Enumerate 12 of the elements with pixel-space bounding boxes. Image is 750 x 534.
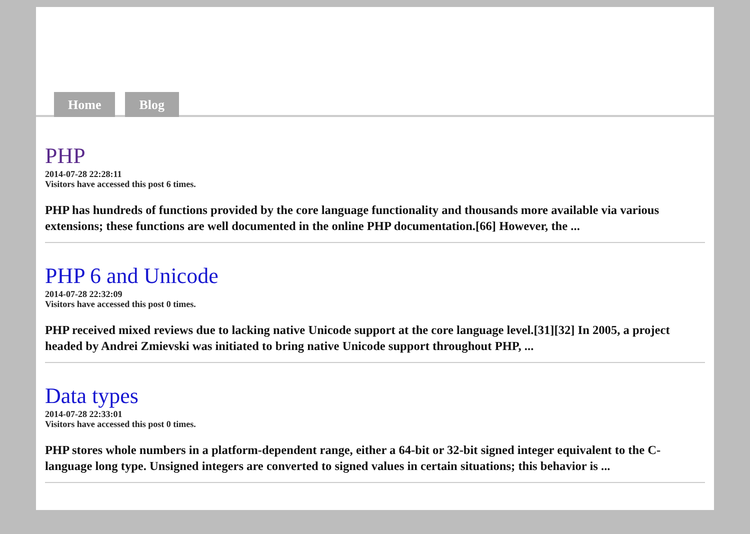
- post-date: 2014-07-28 22:32:09: [45, 289, 124, 299]
- post-excerpt: PHP has hundreds of functions provided by the core language functionality and thousands more available via various extensions; these functions are well documented in the online PHP documentation.[66] However, the ...: [45, 202, 660, 234]
- post-excerpt: PHP received mixed reviews due to lacking native Unicode support at the core language level.[31][32] In 2005, a project headed by Andrei Zmievski was initiated to bring native Unicode support throughout PHP, ...: [45, 322, 671, 354]
- post-visit-count: Visitors have accessed this post 6 times.: [45, 179, 197, 190]
- post-visit-count: Visitors have accessed this post 0 times.: [45, 299, 197, 310]
- post-date: 2014-07-28 22:28:11: [45, 169, 123, 179]
- post-excerpt: PHP stores whole numbers in a platform-dependent range, either a 64-bit or 32-bit signed integer equivalent to the C-language long type. Unsigned integers are converted to signed values in certain situations; this behavior is ...: [45, 442, 662, 474]
- post-title-link[interactable]: PHP 6 and Unicode: [45, 263, 705, 289]
- post-date: 2014-07-28 22:33:01: [45, 409, 124, 419]
- post-visit-count: Visitors have accessed this post 0 times.: [45, 419, 197, 430]
- post-title-link[interactable]: PHP: [45, 143, 705, 169]
- post-title-link[interactable]: Data types: [45, 383, 705, 409]
